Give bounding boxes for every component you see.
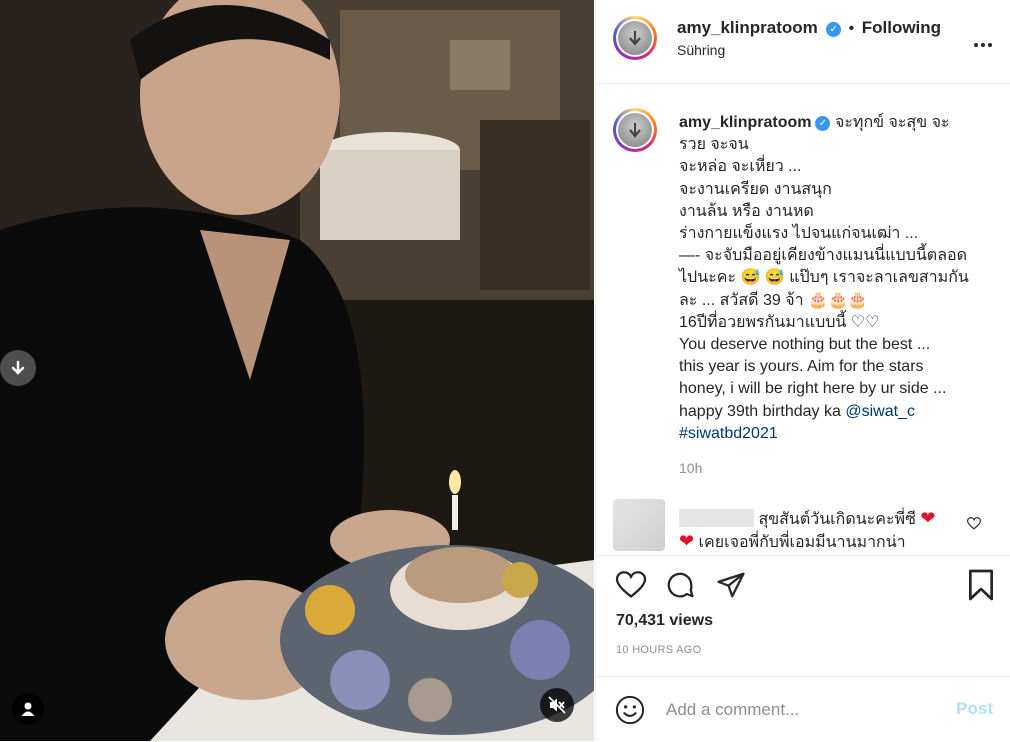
bookmark-icon (968, 569, 993, 601)
view-count[interactable]: 70,431 views (616, 612, 713, 630)
caption-line: honey, i will be right here by ur side .… (679, 380, 947, 398)
caption-line: this year is yours. Aim for the stars (679, 358, 924, 376)
hashtag-link[interactable]: #siwatbd2021 (679, 423, 984, 445)
add-comment-section: Post (596, 676, 1010, 742)
avatar[interactable] (613, 16, 657, 60)
comment-icon (667, 572, 694, 598)
download-button[interactable] (0, 350, 36, 386)
save-button[interactable] (967, 569, 995, 606)
comment-text: เคยเจอพี่กับพี่เอมมีนานมากน่า (698, 534, 906, 551)
more-options-button[interactable] (973, 36, 993, 47)
comment-item: สุขสันต์วันเกิดนะคะพี่ซี ❤ ❤ เคยเจอพี่กั… (596, 495, 1010, 556)
separator: • (848, 20, 855, 37)
caption-line: จะหล่อ จะเหี่ยว ... (679, 158, 802, 176)
post-timestamp[interactable]: 10 HOURS AGO (616, 644, 702, 656)
mute-button[interactable] (540, 688, 574, 722)
post-caption: amy_klinpratoom ✓ จะทุกข์ จะสุข จะ รวย จะ… (679, 112, 984, 445)
caption-line: งานล้น หรือ งานหด (679, 202, 814, 220)
arrow-down-icon (629, 123, 641, 138)
caption-timestamp[interactable]: 10h (679, 460, 702, 476)
caption-line: จะทุกข์ จะสุข จะ (834, 114, 950, 131)
post-video-frame (0, 0, 594, 741)
caption-username[interactable]: amy_klinpratoom (679, 114, 811, 131)
action-bar (596, 555, 1010, 615)
heart-icon (966, 517, 982, 530)
emoji-icon (615, 695, 645, 725)
caption-line: จะงานเครียด งานสนุก (679, 180, 832, 198)
share-icon (717, 572, 745, 598)
commenter-username-redacted[interactable] (679, 509, 754, 527)
more-horizontal-icon (974, 43, 992, 47)
post-comment-button[interactable]: Post (956, 699, 993, 719)
caption-line: happy 39th birthday ka (679, 402, 846, 420)
caption-line: ร่างกายแข็งแรง ไปจนแก่จนเฒ่า ... (679, 225, 919, 243)
comment-like-button[interactable] (966, 517, 982, 535)
comment-text: สุขสันต์วันเกิดนะคะพี่ซี (758, 511, 916, 528)
mention-link[interactable]: @siwat_c (845, 403, 915, 420)
heart-emoji-icon: ❤ (679, 531, 695, 551)
arrow-down-icon (11, 360, 25, 375)
commenter-avatar[interactable] (613, 499, 665, 551)
share-button[interactable] (716, 570, 746, 605)
arrow-down-icon (629, 31, 641, 46)
caption-avatar[interactable] (613, 108, 657, 152)
emoji-button[interactable] (615, 695, 645, 730)
verified-badge-icon: ✓ (826, 22, 842, 37)
caption-line: 16ปีที่อวยพรกันมาแบบนี้ ♡♡ (679, 313, 880, 331)
verified-badge-icon: ✓ (815, 116, 831, 131)
caption-line: ละ ... สวัสดี 39 จ้า 🎂🎂🎂 (679, 291, 868, 309)
caption-line: —- จะจับมืออยู่เคียงข้างแมนนี่แบบนี้ตลอด (679, 247, 967, 265)
comment-button[interactable] (665, 570, 695, 605)
location-label[interactable]: Sühring (677, 42, 725, 58)
post-header: amy_klinpratoom ✓ • Following Sühring (596, 0, 1010, 84)
like-button[interactable] (615, 571, 647, 604)
comment-input[interactable] (664, 693, 938, 727)
user-icon (21, 702, 35, 716)
post-details-panel: amy_klinpratoom ✓ • Following Sühring am… (595, 0, 1010, 741)
sound-off-icon (548, 696, 566, 714)
tagged-users-button[interactable] (12, 693, 44, 725)
header-username[interactable]: amy_klinpratoom (677, 18, 818, 37)
heart-emoji-icon: ❤ (920, 508, 936, 528)
heart-icon (615, 571, 647, 598)
caption-line: รวย จะจน (679, 136, 749, 154)
post-media[interactable] (0, 0, 594, 741)
caption-line: ไปนะคะ 😅 😅 แป๊บๆ เราจะลาเลขสามกัน (679, 269, 969, 287)
caption-line: You deserve nothing but the best ... (679, 336, 931, 354)
following-button[interactable]: Following (862, 18, 941, 37)
